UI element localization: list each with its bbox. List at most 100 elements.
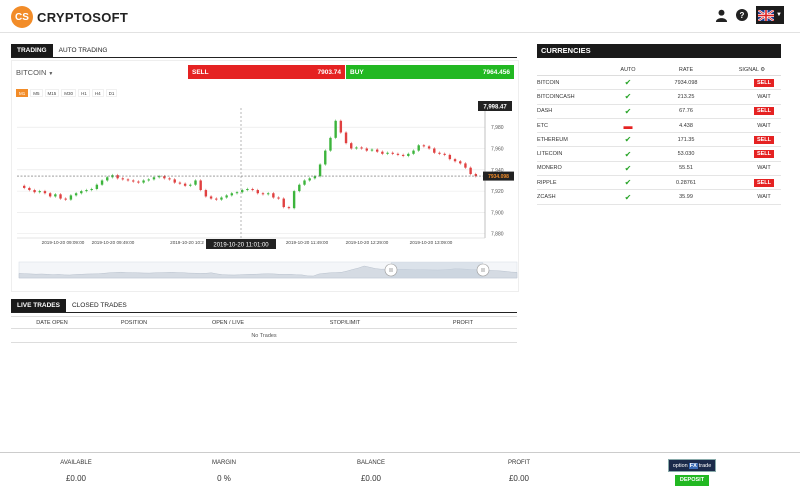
buy-label: BUY [350,68,364,76]
crosshair-price-label: 7,998.47 [483,105,507,111]
col-auto: AUTO [620,66,636,73]
candle-body [43,191,47,194]
navigator-handle-left[interactable] [384,263,398,277]
tab-auto-trading[interactable]: AUTO TRADING [53,44,114,57]
check-icon[interactable]: ✔ [625,150,632,159]
currency-name: BITCOINCASH [537,93,575,100]
currency-row[interactable]: ETC ▬ 4.438 WAIT [537,119,781,134]
candle-body [313,176,317,179]
signal-wait-label: WAIT [757,194,771,201]
candle-body [152,177,156,180]
available-label: AVAILABLE [60,460,92,466]
signal-sell-badge: SELL [753,150,775,159]
candle-body [292,191,296,209]
currency-rate: 7934.098 [674,79,698,86]
sell-button[interactable]: SELL 7903.74 [188,65,345,79]
currency-row[interactable]: LITECOIN ✔ 53.030 SELL [537,147,781,162]
currencies-table: AUTO RATE SIGNAL ⚙ BITCOIN ✔ 7934.098 SELL B… [537,64,781,205]
tab-trading[interactable]: TRADING [11,44,53,57]
deposit-button[interactable]: DEPOSIT [675,475,709,486]
currency-name: ETHEREUM [537,136,568,143]
price-chart[interactable]: 7,9807,9607,9407,9207,9007,880 2019-10-2… [11,100,519,292]
candle-body [401,154,405,156]
check-icon[interactable]: ✔ [625,178,632,187]
cryptosoft-logo[interactable]: CS CRYPTOSOFT [11,6,128,28]
user-icon[interactable] [715,9,728,22]
col-profit: PROFIT [452,319,474,326]
timeframe-d1[interactable]: D1 [105,89,118,97]
candle-body [469,167,472,175]
navigator-handle-right[interactable] [476,263,490,277]
candle-body [375,149,379,152]
candle-body [360,147,363,149]
candle-body [142,180,145,183]
currency-row[interactable]: ETHEREUM ✔ 171.35 SELL [537,133,781,148]
candle-body [220,197,223,200]
candle-body [204,190,208,197]
gear-icon[interactable]: ⚙ [760,67,765,73]
timeframe-h1[interactable]: H1 [78,89,90,97]
optionfx-logo: option FX trade [668,459,716,472]
check-icon[interactable]: ✔ [625,78,632,87]
uk-flag-icon [758,9,774,21]
currency-row[interactable]: DASH ✔ 67.76 SELL [537,105,781,119]
trades-header: DATE OPEN POSITION OPEN / LIVE STOP/LIMI… [11,316,517,329]
candle-body [74,193,78,196]
candle-body [298,184,301,192]
timeframe-m5[interactable]: M5 [30,89,43,97]
currency-row[interactable]: MONERO ✔ 55.51 WAIT [537,162,781,177]
candle-body [464,163,467,168]
minus-icon[interactable]: ▬ [624,121,633,131]
currency-rate: 67.76 [679,108,693,115]
currency-row[interactable]: BITCOINCASH ✔ 213.25 WAIT [537,90,781,105]
chevron-down-icon: ▼ [776,12,782,18]
col-date-open: DATE OPEN [36,319,68,326]
y-tick-label: 7,900 [491,210,504,216]
check-icon[interactable]: ✔ [625,164,632,173]
candle-body [173,179,176,183]
currencies-header: AUTO RATE SIGNAL ⚙ [537,64,781,76]
candle-body [100,180,104,185]
timeframe-m30[interactable]: M30 [61,89,77,97]
check-icon[interactable]: ✔ [625,92,632,101]
no-trades-message: No Trades [11,329,517,343]
col-rate: RATE [678,66,694,73]
candle-body [28,187,31,191]
language-selector[interactable]: ▼ [756,6,784,24]
x-tick-label: 2019-10-20 13:09:00 [410,240,453,245]
check-icon[interactable]: ✔ [625,107,632,116]
candle-body [251,188,254,191]
currency-row[interactable]: RIPPLE ✔ 0.28761 SELL [537,176,781,191]
candle-body [344,132,348,144]
navigator-selection [391,262,483,278]
timeframe-m15[interactable]: M15 [44,89,60,97]
candle-body [256,190,259,194]
currency-row[interactable]: BITCOIN ✔ 7934.098 SELL [537,76,781,91]
candle-body [215,198,218,200]
svg-text:?: ? [740,11,745,20]
candle-body [350,143,353,149]
currency-name: ZCASH [537,194,556,201]
chevron-down-icon: ▼ [48,71,54,77]
margin-label: MARGIN [212,460,236,466]
asset-selector[interactable]: BITCOIN ▼ [16,68,53,77]
col-position: POSITION [120,319,148,326]
currency-rate: 35.99 [679,194,693,201]
currency-row[interactable]: ZCASH ✔ 35.99 WAIT [537,190,781,205]
crosshair-time-label: 2019-10-20 11:01:00 [213,243,269,249]
candle-body [438,152,441,154]
y-tick-label: 7,920 [491,189,504,195]
candle-body [132,180,135,182]
buy-button[interactable]: BUY 7964.456 [346,65,514,79]
timeframe-h4[interactable]: H4 [91,89,104,97]
tab-live-trades[interactable]: LIVE TRADES [11,299,66,312]
check-icon[interactable]: ✔ [625,193,632,202]
tab-closed-trades[interactable]: CLOSED TRADES [66,299,133,312]
trades-tabs: LIVE TRADES CLOSED TRADES [11,299,517,313]
candle-body [194,180,197,185]
candle-body [381,151,384,154]
help-icon[interactable]: ? [736,9,748,21]
timeframe-m1[interactable]: M1 [16,89,29,97]
candle-body [54,194,57,197]
check-icon[interactable]: ✔ [625,135,632,144]
